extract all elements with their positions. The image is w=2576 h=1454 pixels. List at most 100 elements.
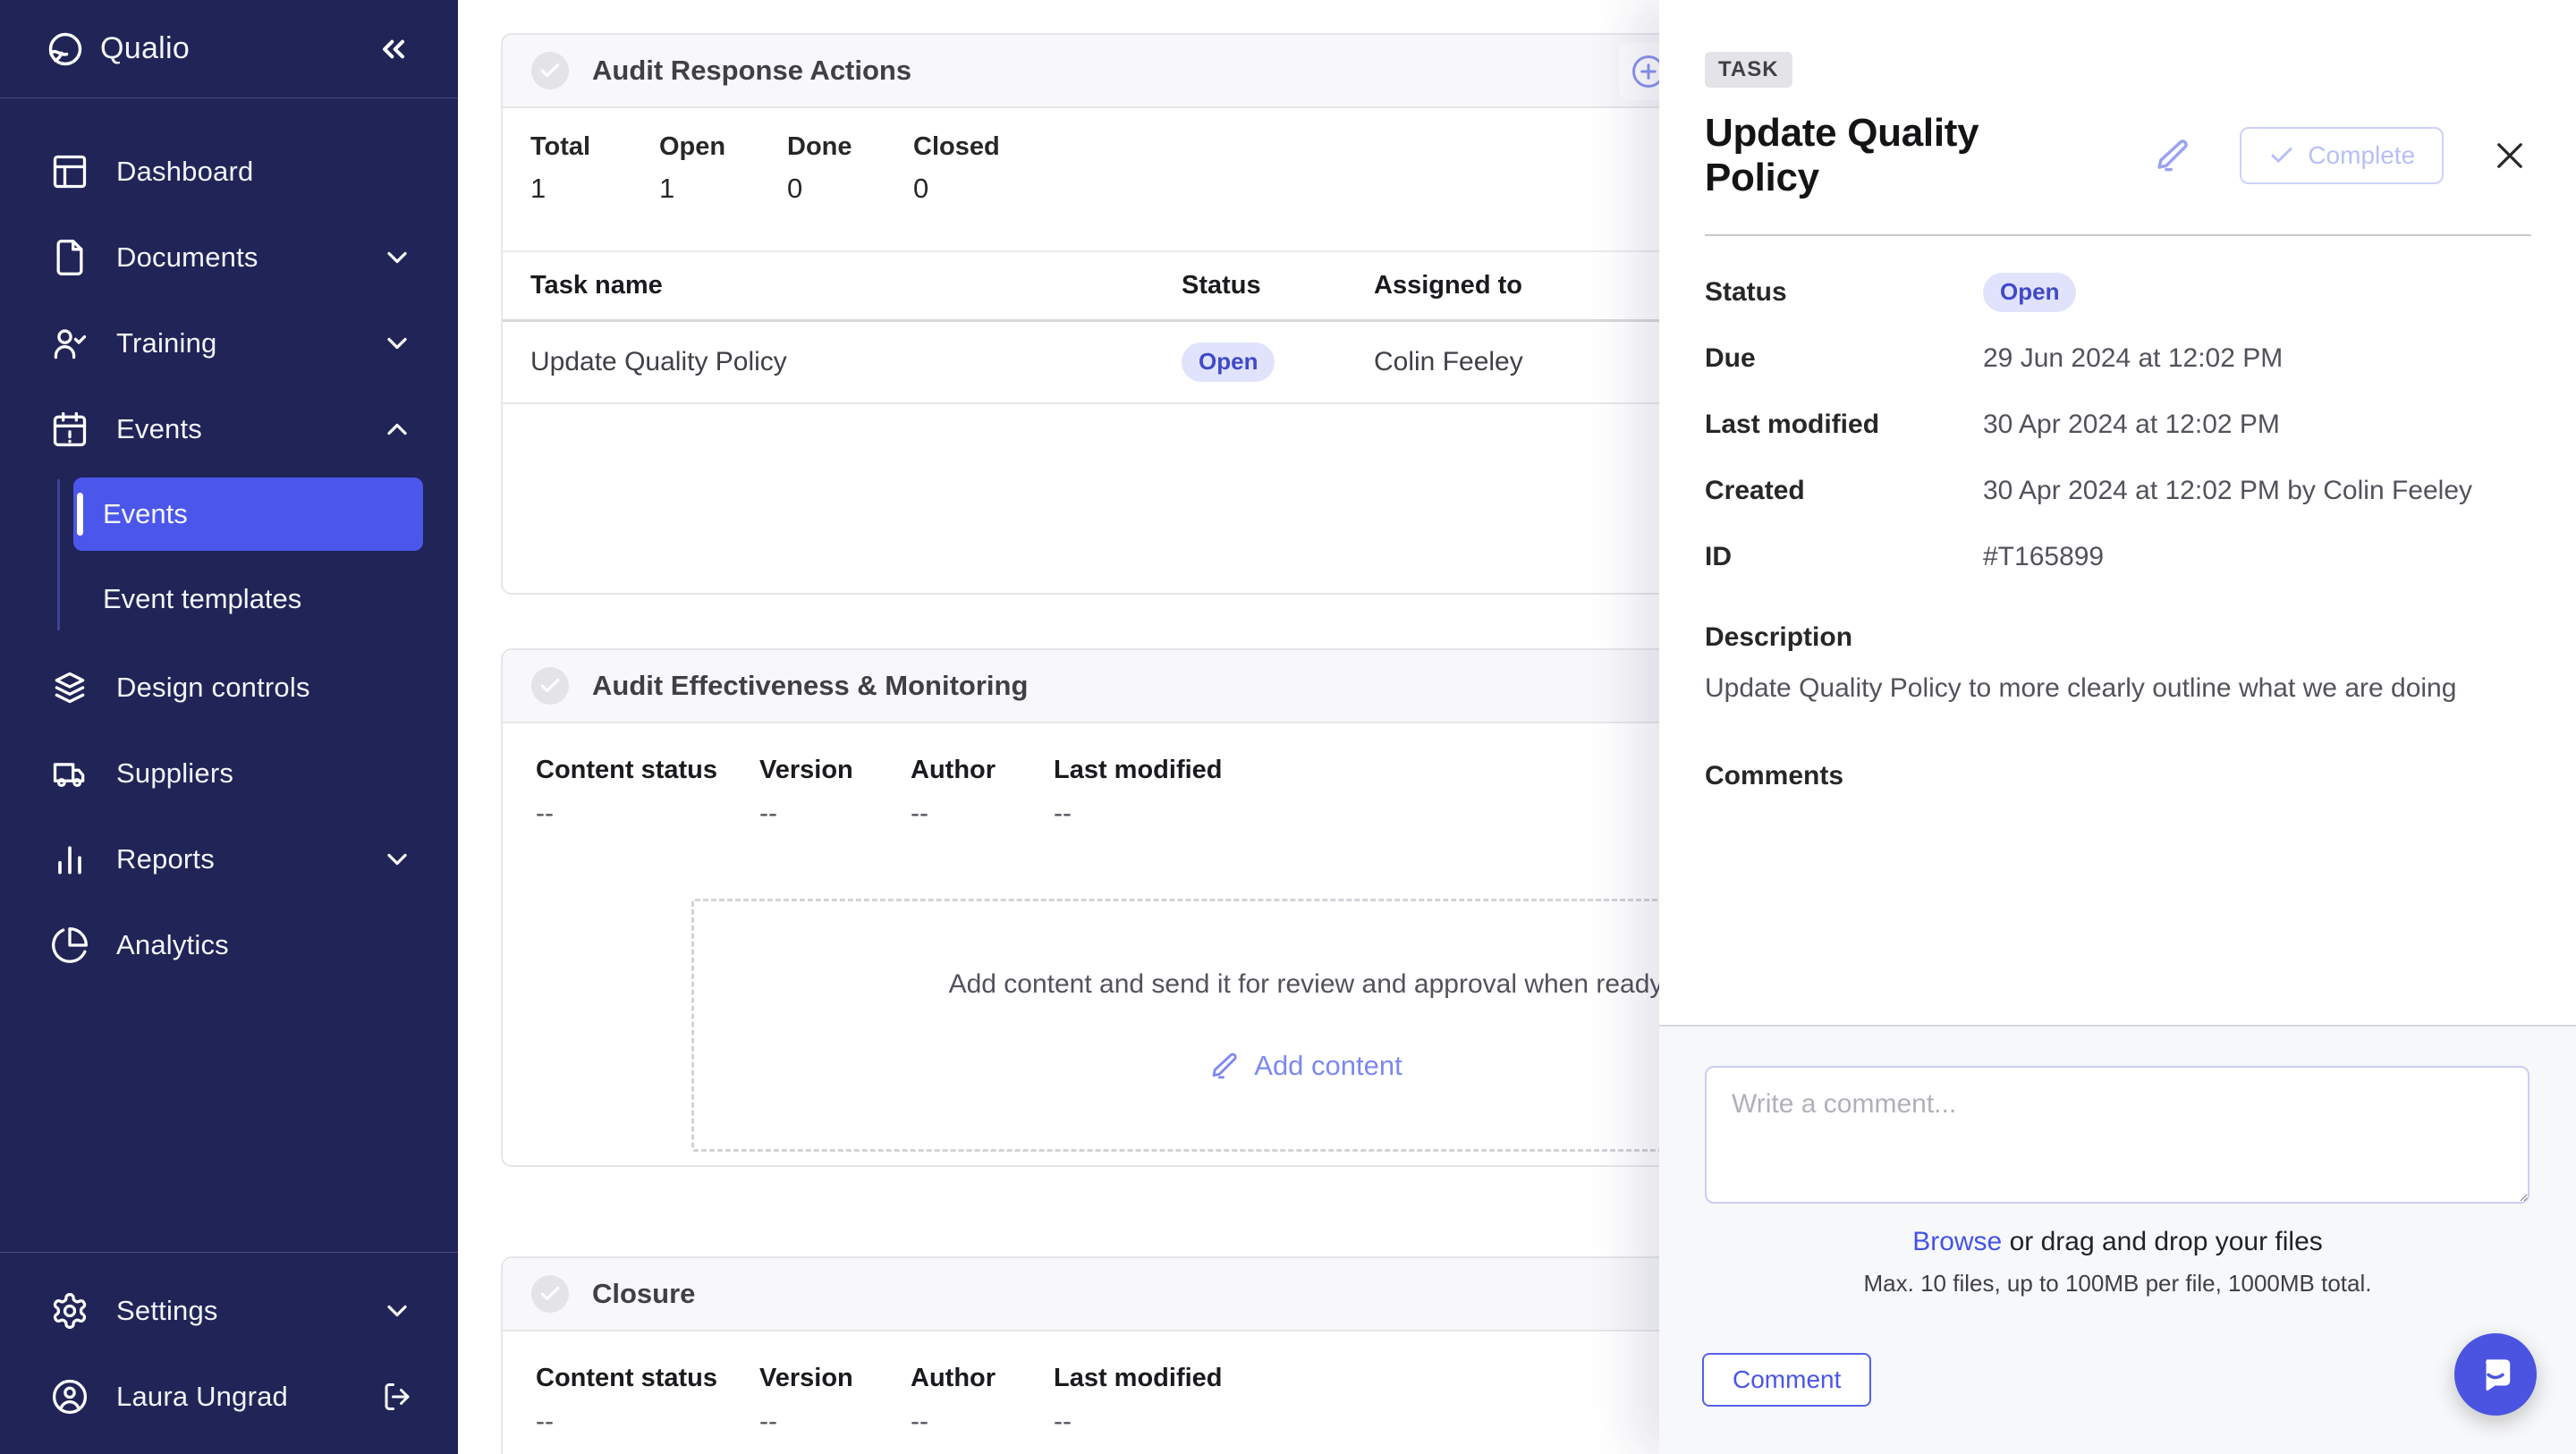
pen-icon bbox=[1209, 1051, 1240, 1081]
chat-widget-button[interactable] bbox=[2454, 1333, 2537, 1416]
qualio-app: Qualio Dashboard bbox=[0, 0, 2576, 1454]
document-icon bbox=[50, 238, 89, 277]
gear-icon bbox=[50, 1291, 89, 1331]
sidebar-item-events[interactable]: Events bbox=[0, 386, 458, 472]
layers-icon bbox=[50, 668, 89, 707]
meta-content-status: Content status -- bbox=[536, 756, 759, 829]
meta-author: Author -- bbox=[911, 1364, 1054, 1437]
column-header-task-name: Task name bbox=[530, 271, 1182, 300]
meta-version: Version -- bbox=[759, 756, 911, 829]
sidebar-item-label: Events bbox=[116, 413, 202, 445]
events-submenu: Events Event templates bbox=[0, 478, 458, 636]
section-title: Audit Effectiveness & Monitoring bbox=[592, 670, 1028, 702]
sidebar-item-dashboard[interactable]: Dashboard bbox=[0, 129, 458, 215]
sidebar-item-user[interactable]: Laura Ungrad bbox=[0, 1354, 458, 1440]
sidebar-item-label: Documents bbox=[116, 241, 258, 274]
description-text: Update Quality Policy to more clearly ou… bbox=[1705, 671, 2531, 707]
meta-value: -- bbox=[759, 799, 911, 829]
qualio-logo-icon bbox=[45, 29, 86, 70]
sidebar-item-label: Suppliers bbox=[116, 757, 233, 790]
browse-rest-text: or drag and drop your files bbox=[2002, 1227, 2323, 1256]
stat-done: Done 0 bbox=[787, 132, 913, 250]
field-id: ID #T165899 bbox=[1705, 524, 2531, 590]
empty-content-hint: Add content and send it for review and a… bbox=[949, 969, 1664, 1000]
meta-version: Version -- bbox=[759, 1364, 911, 1437]
meta-label: Content status bbox=[536, 756, 759, 785]
sidebar-item-label: Dashboard bbox=[116, 156, 253, 188]
sidebar-item-suppliers[interactable]: Suppliers bbox=[0, 731, 458, 816]
comment-input[interactable] bbox=[1705, 1066, 2529, 1204]
meta-label: Content status bbox=[536, 1364, 759, 1393]
field-value: #T165899 bbox=[1983, 542, 2104, 572]
stat-label: Closed bbox=[913, 132, 1000, 162]
task-title-row: Update Quality Policy Complete bbox=[1705, 111, 2531, 200]
field-value: 30 Apr 2024 at 12:02 PM bbox=[1983, 410, 2280, 440]
sidebar-item-settings[interactable]: Settings bbox=[0, 1268, 458, 1354]
sidebar-item-documents[interactable]: Documents bbox=[0, 215, 458, 300]
field-value: 29 Jun 2024 at 12:02 PM bbox=[1983, 343, 2283, 374]
file-limits-text: Max. 10 files, up to 100MB per file, 100… bbox=[1659, 1270, 2576, 1298]
stat-open: Open 1 bbox=[659, 132, 787, 250]
meta-author: Author -- bbox=[911, 756, 1054, 829]
task-name-cell[interactable]: Update Quality Policy bbox=[530, 347, 1182, 377]
dashboard-icon bbox=[50, 152, 89, 191]
sidebar-item-analytics[interactable]: Analytics bbox=[0, 902, 458, 988]
section-title: Audit Response Actions bbox=[592, 55, 911, 87]
sidebar-collapse-button[interactable] bbox=[372, 28, 415, 71]
field-created: Created 30 Apr 2024 at 12:02 PM by Colin… bbox=[1705, 458, 2531, 524]
meta-label: Last modified bbox=[1054, 1364, 1223, 1393]
task-detail-panel: TASK Update Quality Policy Complete bbox=[1659, 0, 2576, 1454]
sidebar-subitem-event-templates[interactable]: Event templates bbox=[73, 562, 423, 636]
check-icon bbox=[2268, 142, 2295, 169]
chevron-down-icon bbox=[381, 241, 413, 274]
sidebar-item-label: Analytics bbox=[116, 929, 229, 961]
meta-label: Last modified bbox=[1054, 756, 1223, 785]
user-avatar-icon bbox=[50, 1377, 89, 1416]
stat-label: Open bbox=[659, 132, 787, 162]
close-panel-icon[interactable] bbox=[2488, 134, 2531, 177]
calendar-alert-icon bbox=[50, 410, 89, 449]
sidebar-item-design-controls[interactable]: Design controls bbox=[0, 645, 458, 731]
description-label: Description bbox=[1705, 622, 2531, 653]
field-value: 30 Apr 2024 at 12:02 PM by Colin Feeley bbox=[1983, 476, 2472, 506]
sidebar-subitem-label: Event templates bbox=[103, 583, 301, 615]
comment-submit-button[interactable]: Comment bbox=[1702, 1353, 1871, 1407]
stat-total: Total 1 bbox=[530, 132, 659, 250]
add-content-button[interactable]: Add content bbox=[1209, 1050, 1402, 1082]
bar-chart-icon bbox=[50, 840, 89, 879]
section-check-icon bbox=[531, 1275, 569, 1313]
user-check-icon bbox=[50, 324, 89, 363]
panel-divider bbox=[1705, 234, 2531, 236]
field-label: ID bbox=[1705, 542, 1983, 572]
comment-composer: Browse or drag and drop your files Max. … bbox=[1659, 1025, 2576, 1454]
section-check-icon bbox=[531, 667, 569, 705]
meta-last-modified: Last modified -- bbox=[1054, 1364, 1223, 1437]
status-cell: Open bbox=[1182, 342, 1374, 381]
field-status: Status Open bbox=[1705, 259, 2531, 325]
sidebar-item-reports[interactable]: Reports bbox=[0, 816, 458, 902]
meta-last-modified: Last modified -- bbox=[1054, 756, 1223, 829]
status-badge: Open bbox=[1182, 342, 1275, 381]
stat-value: 0 bbox=[787, 173, 913, 205]
sidebar-nav: Dashboard Documents bbox=[0, 98, 458, 988]
sidebar-subitem-events[interactable]: Events bbox=[73, 478, 423, 551]
sidebar-item-label: Settings bbox=[116, 1295, 218, 1327]
browse-link[interactable]: Browse bbox=[1912, 1227, 2002, 1256]
edit-task-icon[interactable] bbox=[2154, 137, 2191, 174]
sidebar-item-label: Reports bbox=[116, 843, 215, 875]
meta-value: -- bbox=[911, 799, 1054, 829]
file-upload-hint: Browse or drag and drop your files bbox=[1659, 1227, 2576, 1257]
add-content-label: Add content bbox=[1254, 1050, 1402, 1082]
sidebar-subitem-label: Events bbox=[103, 498, 188, 530]
logout-icon[interactable] bbox=[381, 1381, 413, 1413]
chevron-up-icon bbox=[381, 413, 413, 445]
sidebar-item-label: Design controls bbox=[116, 672, 310, 704]
task-type-badge: TASK bbox=[1705, 52, 1792, 88]
column-header-status: Status bbox=[1182, 271, 1374, 300]
sidebar-header: Qualio bbox=[0, 0, 458, 98]
chevron-down-icon bbox=[381, 327, 413, 359]
section-title: Closure bbox=[592, 1278, 695, 1310]
complete-button[interactable]: Complete bbox=[2240, 127, 2444, 184]
sidebar-item-training[interactable]: Training bbox=[0, 300, 458, 386]
brand-name: Qualio bbox=[100, 31, 190, 66]
